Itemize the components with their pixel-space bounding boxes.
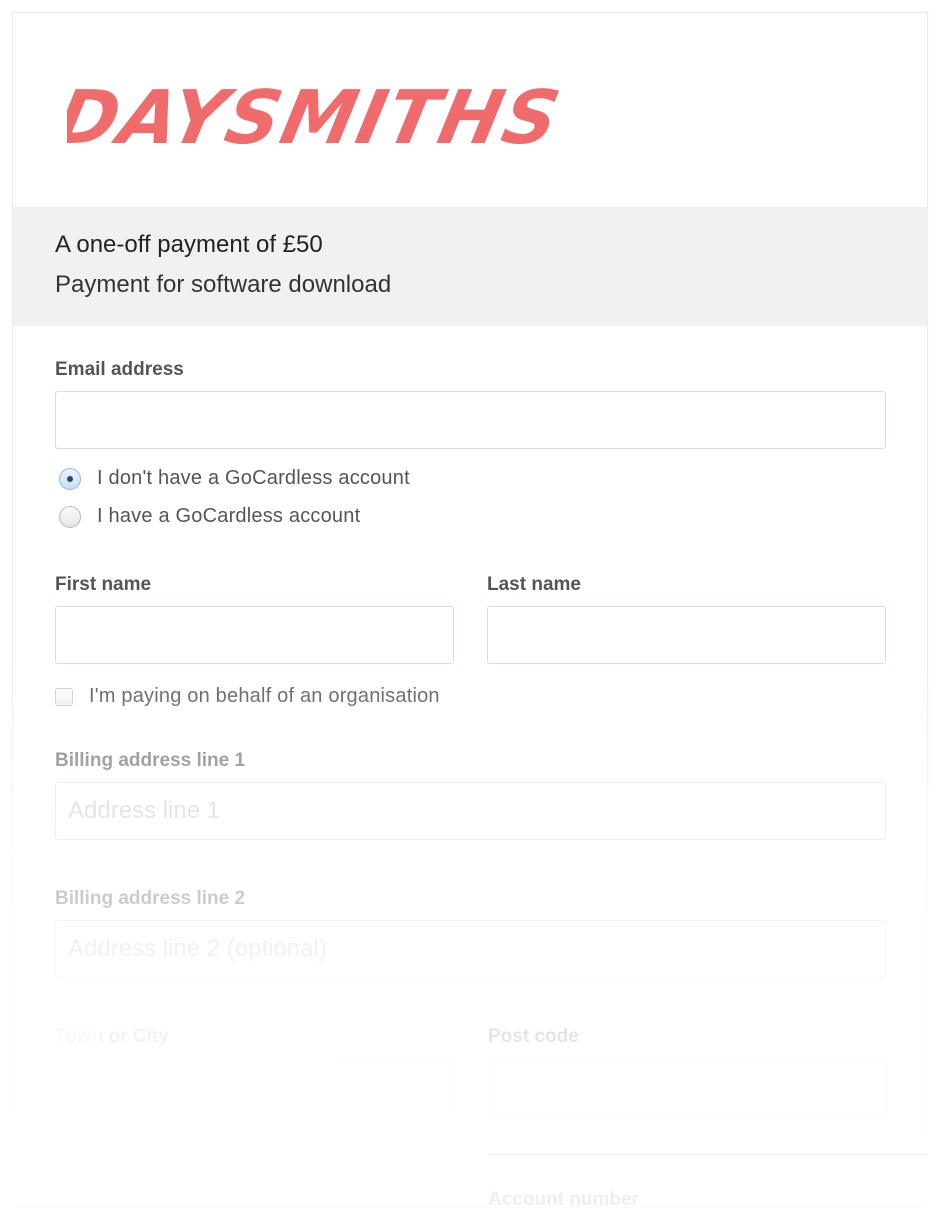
first-name-label: First name [55,574,152,595]
billing-line2-field[interactable] [55,920,886,978]
email-field[interactable] [55,391,886,449]
first-name-field[interactable] [55,606,454,664]
organisation-checkbox[interactable] [55,687,73,706]
brand-logo: DAYSMITHS [67,75,567,161]
payment-title: A one-off payment of £50 [55,231,323,258]
last-name-label: Last name [487,574,581,595]
payment-card: DAYSMITHS A one-off payment of £50 Payme… [12,12,928,1210]
account-number-label: Account number [488,1189,639,1210]
brand-logo-text: DAYSMITHS [67,75,567,161]
billing-line2-label: Billing address line 2 [55,888,246,909]
postcode-field[interactable] [488,1058,887,1116]
section-divider [488,1154,928,1155]
billing-line1-label: Billing address line 1 [55,750,246,771]
organisation-label: I'm paying on behalf of an organisation [89,685,440,707]
radio-has-account[interactable]: I have a GoCardless account [59,505,360,528]
radio-no-account-control[interactable] [59,467,81,490]
town-label: Town or City [55,1026,169,1047]
payment-summary: A one-off payment of £50 Payment for sof… [13,207,927,326]
last-name-field[interactable] [487,606,886,664]
header: DAYSMITHS [13,13,927,207]
billing-line1-field[interactable] [55,782,886,840]
payment-description: Payment for software download [55,271,392,298]
radio-has-account-control[interactable] [59,505,81,528]
radio-has-account-label: I have a GoCardless account [97,505,361,527]
organisation-checkbox-row[interactable]: I'm paying on behalf of an organisation [55,685,440,708]
email-label: Email address [55,359,184,380]
radio-no-account-label: I don't have a GoCardless account [97,467,410,489]
radio-no-account[interactable]: I don't have a GoCardless account [59,467,410,490]
town-field[interactable] [55,1058,454,1116]
postcode-label: Post code [488,1026,579,1047]
